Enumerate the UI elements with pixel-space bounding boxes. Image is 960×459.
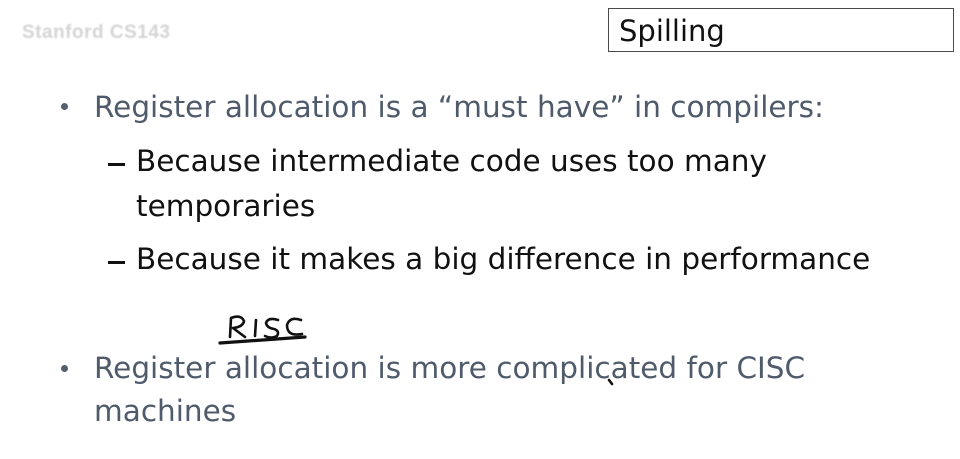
handwritten-risc-annotation: [218, 315, 614, 386]
